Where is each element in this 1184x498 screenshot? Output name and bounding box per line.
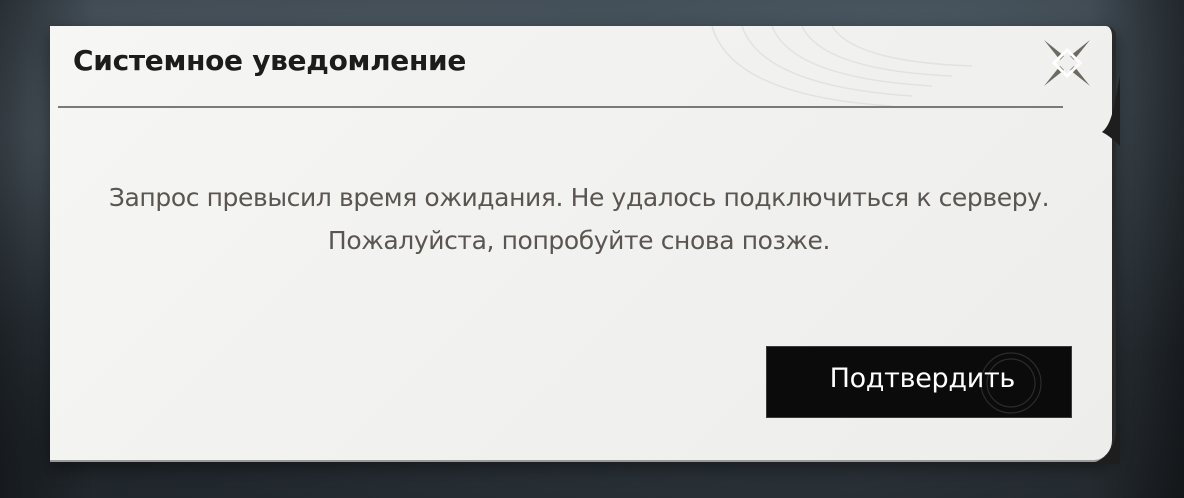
system-notification-dialog: Системное уведомление Запрос превысил вр… xyxy=(50,26,1120,464)
confirm-button-label: Подтвердить xyxy=(829,363,1016,394)
confirm-button[interactable]: Подтвердить xyxy=(766,346,1072,418)
frame-corner xyxy=(1090,424,1120,464)
dialog-panel: Системное уведомление Запрос превысил вр… xyxy=(50,26,1116,462)
dialog-header: Системное уведомление xyxy=(50,26,1112,106)
frame-notch xyxy=(1102,76,1120,146)
header-divider xyxy=(58,106,1063,108)
dialog-title: Системное уведомление xyxy=(73,44,467,77)
dialog-message: Запрос превысил время ожидания. Не удало… xyxy=(108,183,1050,255)
